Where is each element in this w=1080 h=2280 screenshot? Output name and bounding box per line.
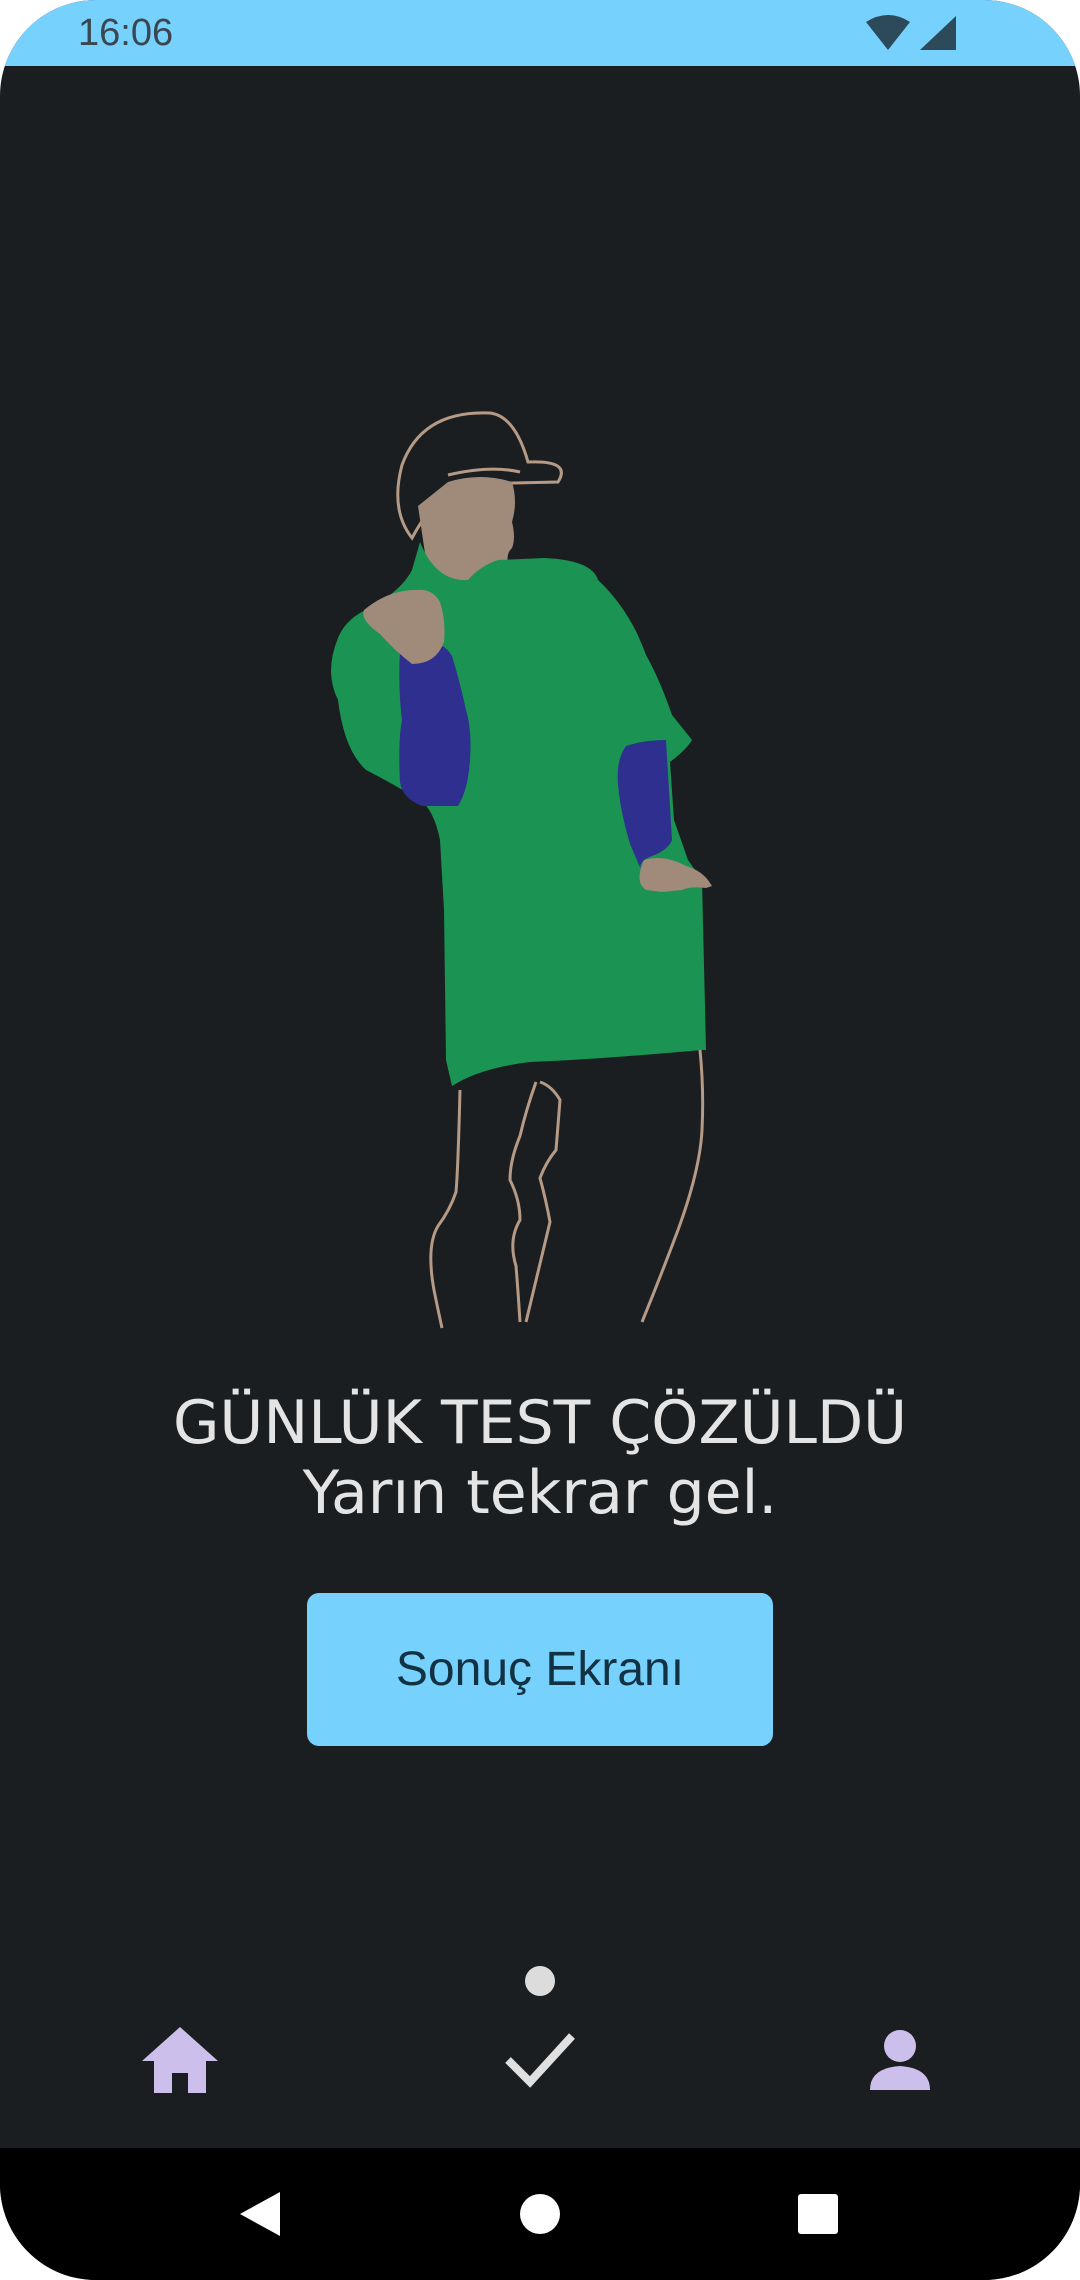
home-circle-icon: [520, 2194, 560, 2234]
completion-subtitle: Yarın tekrar gel.: [302, 1458, 778, 1528]
system-home-button[interactable]: [480, 2148, 600, 2280]
completion-message: GÜNLÜK TEST ÇÖZÜLDÜ Yarın tekrar gel.: [0, 1388, 1080, 1528]
back-icon: [240, 2192, 280, 2236]
person-icon: [870, 2030, 930, 2090]
home-icon: [142, 2027, 218, 2093]
system-navigation-bar: [0, 2148, 1080, 2280]
check-icon: [505, 2033, 575, 2088]
recents-icon: [798, 2194, 838, 2234]
active-tab-indicator: [525, 1966, 555, 1996]
status-time: 16:06: [78, 12, 174, 54]
cellular-signal-icon: [920, 16, 956, 50]
nav-check[interactable]: [480, 2000, 600, 2120]
app-screen: 16:06 GÜNLÜK TEST ÇÖZÜLDÜ Yarın tekrar g…: [0, 0, 1080, 2280]
system-back-button[interactable]: [200, 2148, 320, 2280]
completion-title: GÜNLÜK TEST ÇÖZÜLDÜ: [172, 1388, 908, 1458]
system-recents-button[interactable]: [758, 2148, 878, 2280]
result-screen-button[interactable]: Sonuç Ekranı: [307, 1593, 773, 1746]
dancing-person-illustration: [330, 410, 750, 1344]
wifi-icon: [866, 15, 910, 50]
bottom-navigation: [0, 2000, 1080, 2120]
status-bar: 16:06: [0, 0, 1080, 66]
nav-profile[interactable]: [840, 2000, 960, 2120]
status-icons: [866, 14, 962, 52]
nav-home[interactable]: [120, 2000, 240, 2120]
